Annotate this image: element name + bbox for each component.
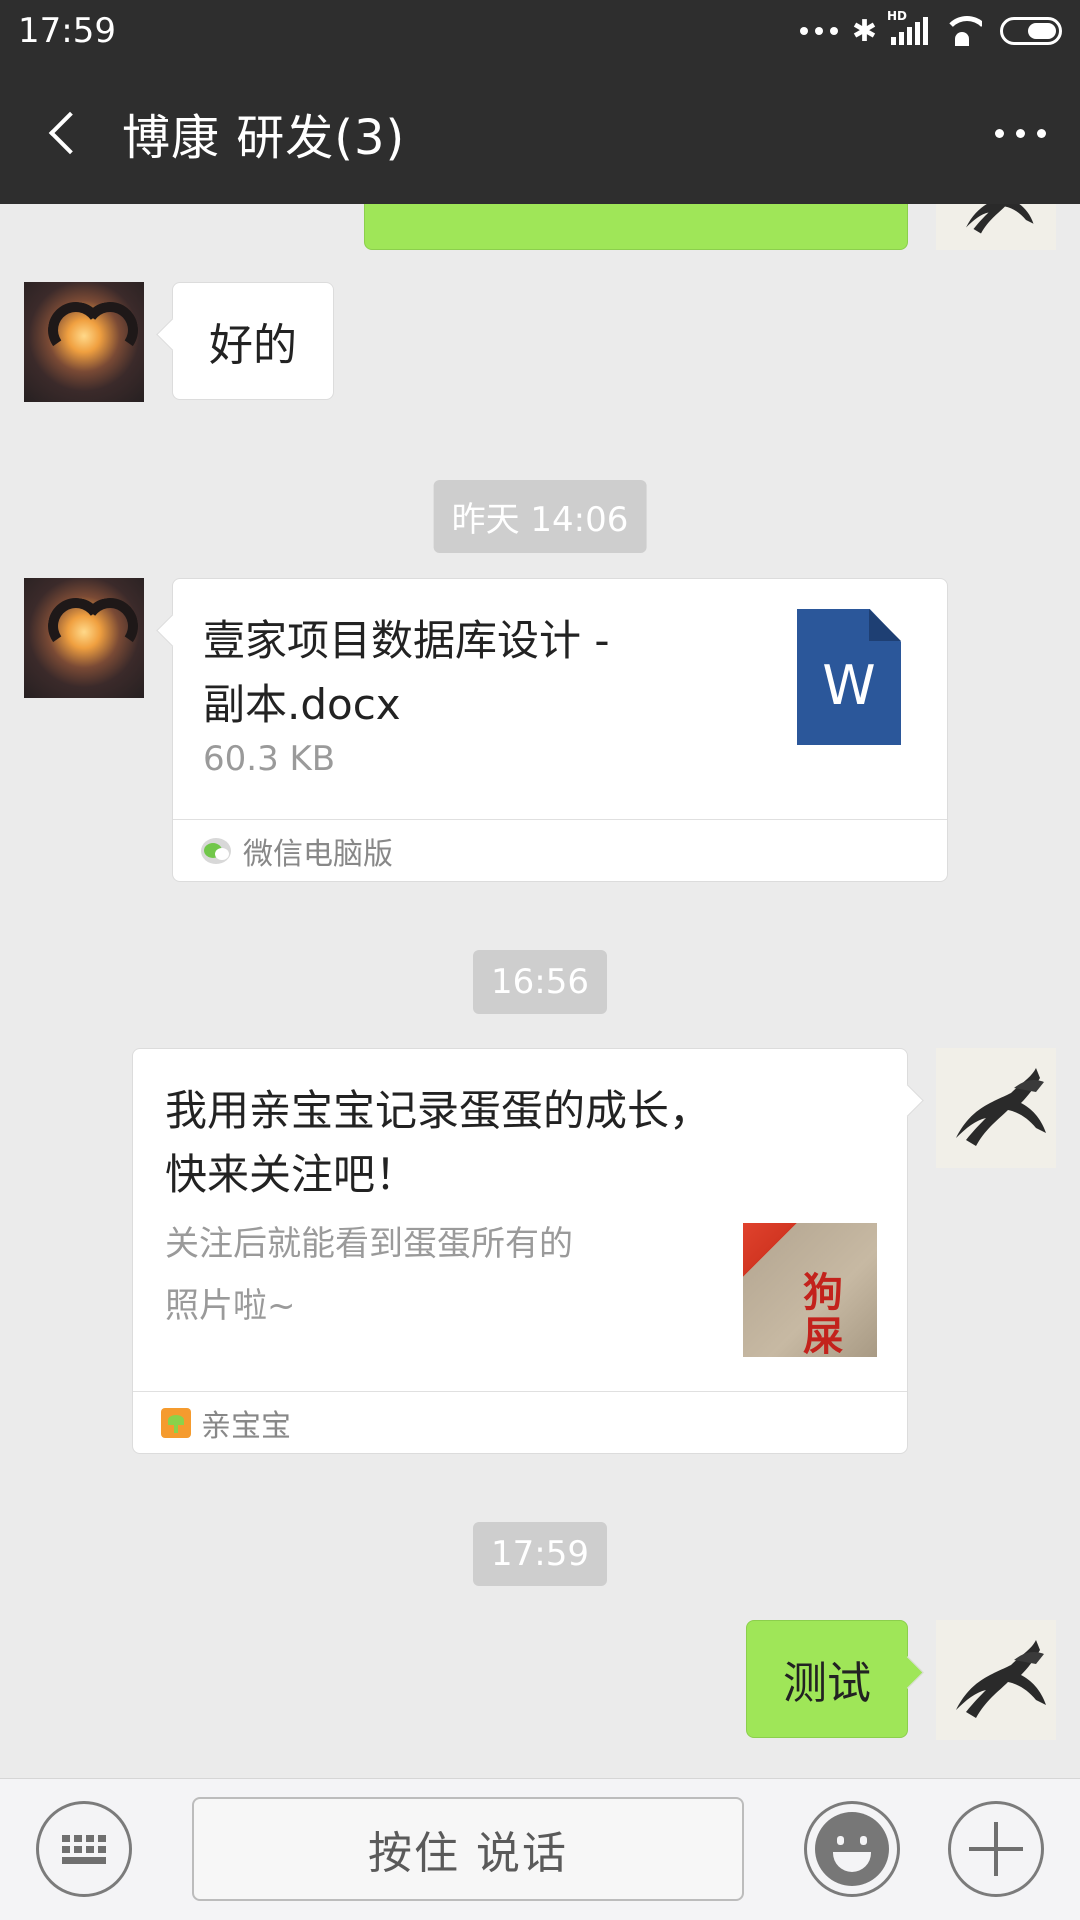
chevron-left-icon (48, 111, 92, 155)
message-text: 测试 (783, 1658, 871, 1709)
keyboard-icon (62, 1834, 106, 1864)
horse-painting-icon (936, 1048, 1056, 1168)
chat-header: 博康 研发(3) (0, 62, 1080, 204)
more-horizontal-icon (994, 128, 1046, 138)
emoji-icon (815, 1812, 889, 1886)
contact-avatar[interactable] (24, 282, 144, 402)
thumbnail-bag-print-icon: 狗屎 (803, 1270, 843, 1357)
card-source-footer: 亲宝宝 (133, 1391, 907, 1453)
chat-title: 博康 研发(3) (122, 110, 406, 166)
more-dots-icon (799, 27, 838, 35)
battery-icon (1000, 17, 1062, 45)
emoji-button[interactable] (804, 1801, 900, 1897)
plus-icon (969, 1822, 1023, 1876)
link-share-card[interactable]: 我用亲宝宝记录蛋蛋的成长，快来关注吧！ 关注后就能看到蛋蛋所有的照片啦~ 狗屎 … (132, 1048, 908, 1454)
card-source-label: 亲宝宝 (201, 1408, 291, 1444)
message-text: 好的 (209, 320, 297, 371)
file-message-card[interactable]: 壹家项目数据库设计 - 副本.docx 60.3 KB W 微信电脑版 (172, 578, 948, 882)
my-avatar[interactable] (936, 1620, 1056, 1740)
input-bar: 按住 说话 (0, 1778, 1080, 1920)
incoming-text-bubble[interactable]: 好的 (172, 282, 334, 400)
status-time: 17:59 (18, 11, 116, 51)
chat-message-list[interactable]: 好的 昨天 14:06 壹家项目数据库设计 - 副本.docx 60.3 KB … (0, 204, 1080, 1778)
wechat-icon (201, 837, 231, 864)
outgoing-text-bubble[interactable]: 测试 (746, 1620, 908, 1738)
share-thumbnail: 狗屎 (743, 1223, 877, 1357)
status-bar: 17:59 ✱ HD (0, 0, 1080, 62)
file-name: 壹家项目数据库设计 - 副本.docx (203, 616, 610, 729)
horse-painting-icon (936, 1620, 1056, 1740)
previous-outgoing-bubble[interactable] (364, 204, 908, 250)
share-title: 我用亲宝宝记录蛋蛋的成长，快来关注吧！ (165, 1086, 712, 1199)
card-source-footer: 微信电脑版 (173, 819, 947, 881)
contact-avatar[interactable] (24, 578, 144, 698)
file-size: 60.3 KB (203, 739, 336, 779)
status-icons: ✱ HD (799, 9, 1062, 49)
timestamp-label: 17:59 (473, 1522, 607, 1586)
timestamp-label: 16:56 (473, 950, 607, 1014)
qinbaobao-app-icon (161, 1407, 191, 1438)
timestamp-label: 昨天 14:06 (433, 480, 647, 553)
word-icon-letter: W (822, 653, 876, 717)
keyboard-toggle-button[interactable] (36, 1801, 132, 1897)
bluetooth-icon: ✱ (851, 13, 877, 49)
hd-badge: HD (887, 9, 908, 23)
signal-icon: HD (887, 9, 928, 45)
more-options-button[interactable] (960, 62, 1080, 204)
card-source-label: 微信电脑版 (243, 836, 393, 872)
wifi-icon (942, 16, 982, 46)
word-icon-fold (869, 609, 901, 641)
more-functions-button[interactable] (948, 1801, 1044, 1897)
horse-painting-icon (951, 204, 1041, 250)
share-description: 关注后就能看到蛋蛋所有的照片啦~ (165, 1224, 573, 1326)
hold-to-talk-button[interactable]: 按住 说话 (192, 1797, 744, 1901)
back-button[interactable] (10, 62, 110, 204)
my-avatar[interactable] (936, 1048, 1056, 1168)
my-avatar[interactable] (936, 204, 1056, 250)
